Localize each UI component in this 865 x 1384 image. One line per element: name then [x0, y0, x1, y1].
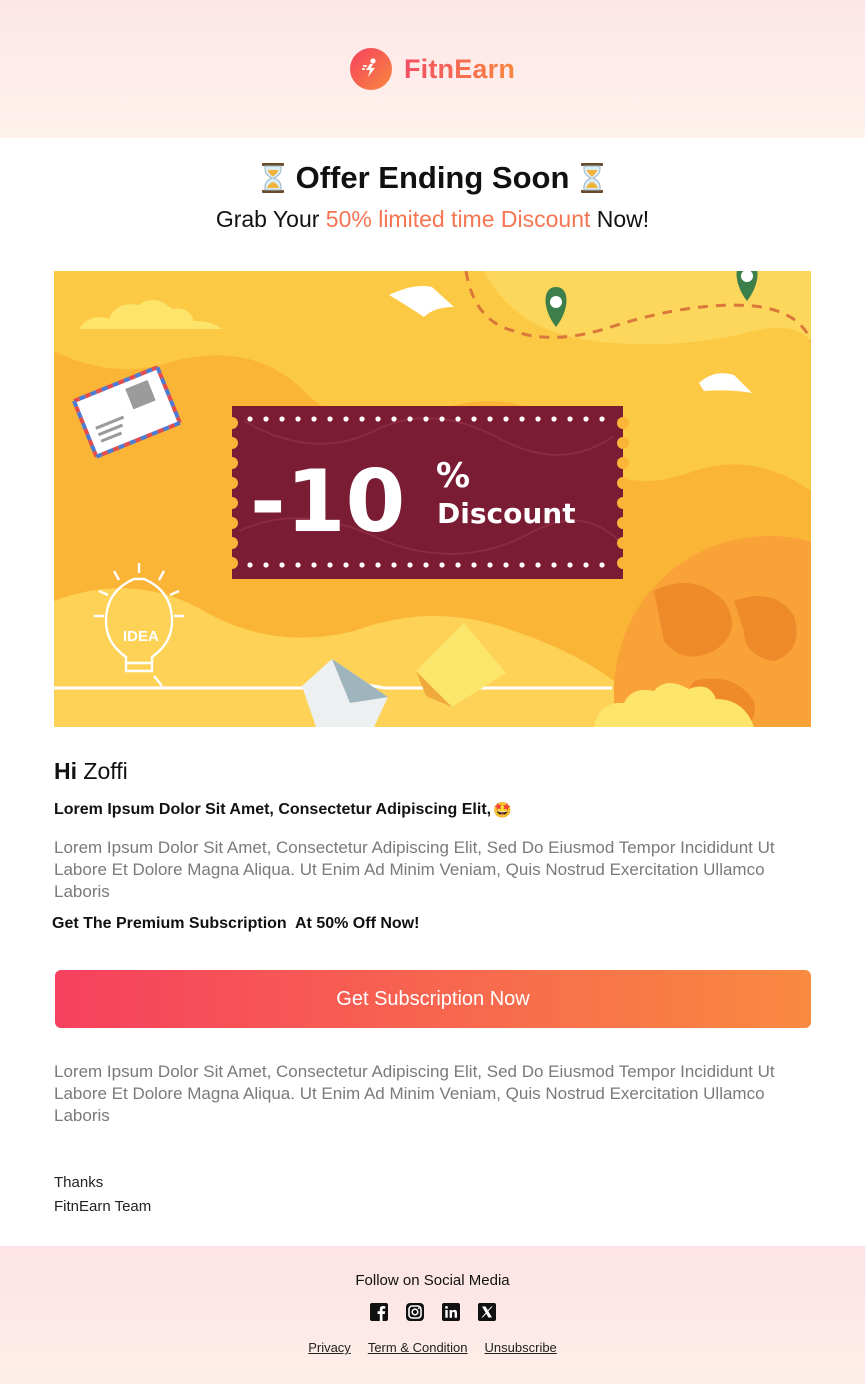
idea-text: IDEA: [123, 628, 159, 645]
offer-title: Offer Ending Soon: [0, 160, 865, 196]
get-subscription-button[interactable]: Get Subscription Now: [55, 970, 811, 1028]
greeting-hi: Hi: [54, 758, 77, 784]
linkedin-icon[interactable]: [441, 1302, 461, 1322]
coupon-percent: %: [436, 456, 470, 496]
signature: FitnEarn Team: [54, 1198, 152, 1215]
offer-subtitle: Grab Your 50% limited time Discount Now!: [0, 206, 865, 233]
x-icon[interactable]: [477, 1302, 497, 1322]
facebook-icon[interactable]: [369, 1302, 389, 1322]
instagram-icon[interactable]: [405, 1302, 425, 1322]
email-footer: Follow on Social Media Privacy Term & Co…: [0, 1246, 865, 1384]
discount-banner: -10 % Discount IDEA: [54, 271, 811, 727]
offer-subtitle-prefix: Grab Your: [215, 206, 326, 232]
thanks-text: Thanks: [54, 1174, 104, 1191]
coupon-label: Discount: [437, 497, 576, 530]
hourglass-icon: [261, 163, 284, 193]
brand-name: FitnEarn: [403, 53, 516, 84]
footer-links: Privacy Term & Condition Unsubscribe: [0, 1340, 865, 1355]
offer-subtitle-accent: 50% limited time Discount: [325, 206, 591, 232]
unsubscribe-link[interactable]: Unsubscribe: [485, 1340, 557, 1355]
star-struck-emoji-icon: 🤩: [493, 801, 512, 819]
premium-offer-line: Get The Premium Subscription At 50% Off …: [52, 915, 420, 932]
coupon-value: -10: [250, 452, 405, 552]
email-body: Hi Zoffi Lorem Ipsum Dolor Sit Amet, Con…: [52, 758, 811, 933]
sign-off: Thanks FitnEarn Team: [54, 1171, 811, 1219]
body-paragraph-2: Lorem Ipsum Dolor Sit Amet, Consectetur …: [54, 1062, 775, 1125]
privacy-link[interactable]: Privacy: [308, 1340, 351, 1355]
offer-title-text: Offer Ending Soon: [295, 160, 570, 195]
lead-line: Lorem Ipsum Dolor Sit Amet, Consectetur …: [54, 801, 811, 819]
email-header: FitnEarn: [0, 0, 865, 138]
greeting-name: Zoffi: [77, 758, 128, 784]
body-paragraph-1: Lorem Ipsum Dolor Sit Amet, Consectetur …: [54, 838, 775, 901]
greeting: Hi Zoffi: [54, 758, 811, 785]
offer-subtitle-suffix: Now!: [590, 206, 650, 232]
lead-text: Lorem Ipsum Dolor Sit Amet, Consectetur …: [54, 801, 492, 818]
social-links: [0, 1302, 865, 1322]
email-body-continued: Lorem Ipsum Dolor Sit Amet, Consectetur …: [54, 1061, 811, 1219]
hourglass-icon: [581, 163, 604, 193]
fitnearn-logo-icon: [349, 48, 392, 90]
follow-label: Follow on Social Media: [355, 1272, 510, 1289]
terms-link[interactable]: Term & Condition: [368, 1340, 468, 1355]
brand: FitnEarn: [349, 48, 516, 90]
